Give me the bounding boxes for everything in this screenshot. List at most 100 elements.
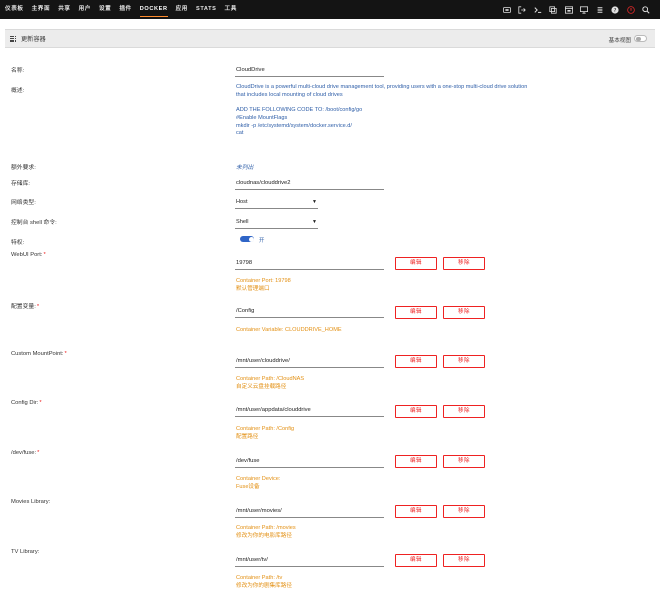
hint-line: Container Variable: CLOUDDRIVE_HOME xyxy=(236,327,342,333)
privileged-label: 特权: xyxy=(11,240,25,246)
nav-docker[interactable]: DOCKER xyxy=(139,0,168,19)
config-variable-input[interactable]: /Config xyxy=(235,307,384,318)
required-marker: * xyxy=(39,400,42,406)
tv-library-input[interactable]: /mnt/user/tv/ xyxy=(235,556,384,567)
nav-apps[interactable]: 应用 xyxy=(176,0,188,19)
search-icon[interactable] xyxy=(639,0,655,19)
overview-line: mkdir -p /etc/systemd/system/docker.serv… xyxy=(236,122,352,129)
extra-requirements-value[interactable]: 未列出 xyxy=(236,162,253,171)
hint-line: 配置路径 xyxy=(236,433,259,440)
hint-line: Container Path: /Config xyxy=(236,426,295,432)
config-dir-input[interactable]: /mnt/user/appdata/clouddrive xyxy=(235,406,384,417)
repository-label: 存储库: xyxy=(11,181,31,187)
nav-dashboard[interactable]: 仪表板 xyxy=(5,0,24,19)
remove-button[interactable]: 移除 xyxy=(443,455,485,468)
window-icon[interactable] xyxy=(561,0,577,19)
param-label-text: Config Dir: xyxy=(11,400,39,406)
basic-view-toggle[interactable] xyxy=(634,35,647,42)
edit-button[interactable]: 编辑 xyxy=(395,257,437,270)
section-title-bar: 更新容器 基本视图 xyxy=(5,29,655,48)
privileged-state: 开 xyxy=(259,238,265,244)
remove-button[interactable]: 移除 xyxy=(443,405,485,418)
copy-icon[interactable] xyxy=(546,0,562,19)
param-label: /dev/fuse:* xyxy=(11,450,39,456)
param-label-text: 配置变量: xyxy=(11,304,36,310)
console-shell-select[interactable]: Shell ▼ xyxy=(235,218,318,229)
network-type-value: Host xyxy=(236,199,248,205)
privileged-toggle[interactable] xyxy=(240,236,254,242)
terminal-icon[interactable] xyxy=(530,0,546,19)
network-type-label: 网络类型: xyxy=(11,200,36,206)
param-label: Config Dir:* xyxy=(11,400,42,406)
grid-icon xyxy=(10,35,16,42)
overview-text: CloudDrive is a powerful multi-cloud dri… xyxy=(236,84,527,138)
page-title: 更新容器 xyxy=(21,36,46,43)
param-hint: Container Path: /Config 配置路径 xyxy=(236,426,294,441)
nav-stats[interactable]: STATS xyxy=(196,0,217,19)
logout-icon[interactable] xyxy=(515,0,531,19)
basic-view-label: 基本视图 xyxy=(608,38,631,44)
svg-text:?: ? xyxy=(614,8,617,14)
top-nav: 仪表板 主界面 共享 用户 设置 插件 DOCKER 应用 STATS 工具 ? xyxy=(0,0,660,19)
info-icon[interactable] xyxy=(499,0,515,19)
param-label-text: /dev/fuse: xyxy=(11,450,37,456)
overview-line: #Enable MountFlags xyxy=(236,114,288,121)
webui-port-input[interactable]: 19798 xyxy=(235,259,384,270)
param-label: Custom MountPoint:* xyxy=(11,351,67,357)
dropdown-caret-icon: ▼ xyxy=(312,199,317,205)
hint-line: 默认管理端口 xyxy=(236,285,270,292)
name-label: 名称: xyxy=(11,68,25,74)
param-label-text: TV Library: xyxy=(11,549,40,555)
remove-button[interactable]: 移除 xyxy=(443,306,485,319)
param-hint: Container Device: Fuse设备 xyxy=(236,476,280,491)
param-hint: Container Variable: CLOUDDRIVE_HOME xyxy=(236,327,342,335)
param-hint: Container Path: /CloudNAS 自定义云盘挂载路径 xyxy=(236,376,304,391)
custom-mountpoint-input[interactable]: /mnt/user/clouddrive/ xyxy=(235,357,384,368)
nav-tools[interactable]: 工具 xyxy=(225,0,237,19)
remove-button[interactable]: 移除 xyxy=(443,554,485,567)
overview-line xyxy=(236,99,527,107)
param-label-text: Custom MountPoint: xyxy=(11,351,64,357)
edit-button[interactable]: 编辑 xyxy=(395,554,437,567)
edit-button[interactable]: 编辑 xyxy=(395,355,437,368)
console-shell-label: 控制台 shell 命令: xyxy=(11,220,57,226)
overview-line: CloudDrive is a powerful multi-cloud dri… xyxy=(236,84,528,90)
overview-line: ADD THE FOLLOWING CODE TO: /boot/config/… xyxy=(236,107,363,114)
overview-line: cat xyxy=(236,130,244,137)
help-icon[interactable]: ? xyxy=(608,0,624,19)
param-hint: Container Port: 19798 默认管理端口 xyxy=(236,278,291,293)
param-label: 配置变量:* xyxy=(11,301,39,310)
nav-plugins[interactable]: 插件 xyxy=(119,0,131,19)
nav-shares[interactable]: 共享 xyxy=(58,0,70,19)
dev-fuse-input[interactable]: /dev/fuse xyxy=(235,457,384,468)
name-input[interactable]: CloudDrive xyxy=(235,66,384,77)
remove-button[interactable]: 移除 xyxy=(443,505,485,518)
hint-line: Fuse设备 xyxy=(236,483,260,490)
edit-button[interactable]: 编辑 xyxy=(395,306,437,319)
hint-line: Container Device: xyxy=(236,476,281,482)
nav-icon-group: ? xyxy=(499,0,654,19)
hint-line: Container Path: /CloudNAS xyxy=(236,376,305,382)
hint-line: Container Path: /tv xyxy=(236,575,283,581)
overview-label: 概述: xyxy=(11,88,25,94)
remove-button[interactable]: 移除 xyxy=(443,355,485,368)
edit-button[interactable]: 编辑 xyxy=(395,455,437,468)
nav-users[interactable]: 用户 xyxy=(79,0,91,19)
param-hint: Container Path: /movies 修改为你的电影库路径 xyxy=(236,525,296,540)
overview-line: that includes local mounting of cloud dr… xyxy=(236,91,343,98)
hint-line: 自定义云盘挂载路径 xyxy=(236,383,287,390)
list-icon[interactable] xyxy=(592,0,608,19)
required-marker: * xyxy=(64,351,67,357)
power-icon[interactable] xyxy=(623,0,639,19)
param-hint: Container Path: /tv 修改为你的剧集库路径 xyxy=(236,575,292,590)
remove-button[interactable]: 移除 xyxy=(443,257,485,270)
nav-main[interactable]: 主界面 xyxy=(32,0,51,19)
edit-button[interactable]: 编辑 xyxy=(395,505,437,518)
extra-requirements-label: 额外要求: xyxy=(11,165,36,171)
repository-input[interactable]: cloudnas/clouddrive2 xyxy=(235,179,384,190)
monitor-icon[interactable] xyxy=(577,0,593,19)
nav-settings[interactable]: 设置 xyxy=(99,0,111,19)
movies-library-input[interactable]: /mnt/user/movies/ xyxy=(235,507,384,518)
network-type-select[interactable]: Host ▼ xyxy=(235,198,318,209)
edit-button[interactable]: 编辑 xyxy=(395,405,437,418)
